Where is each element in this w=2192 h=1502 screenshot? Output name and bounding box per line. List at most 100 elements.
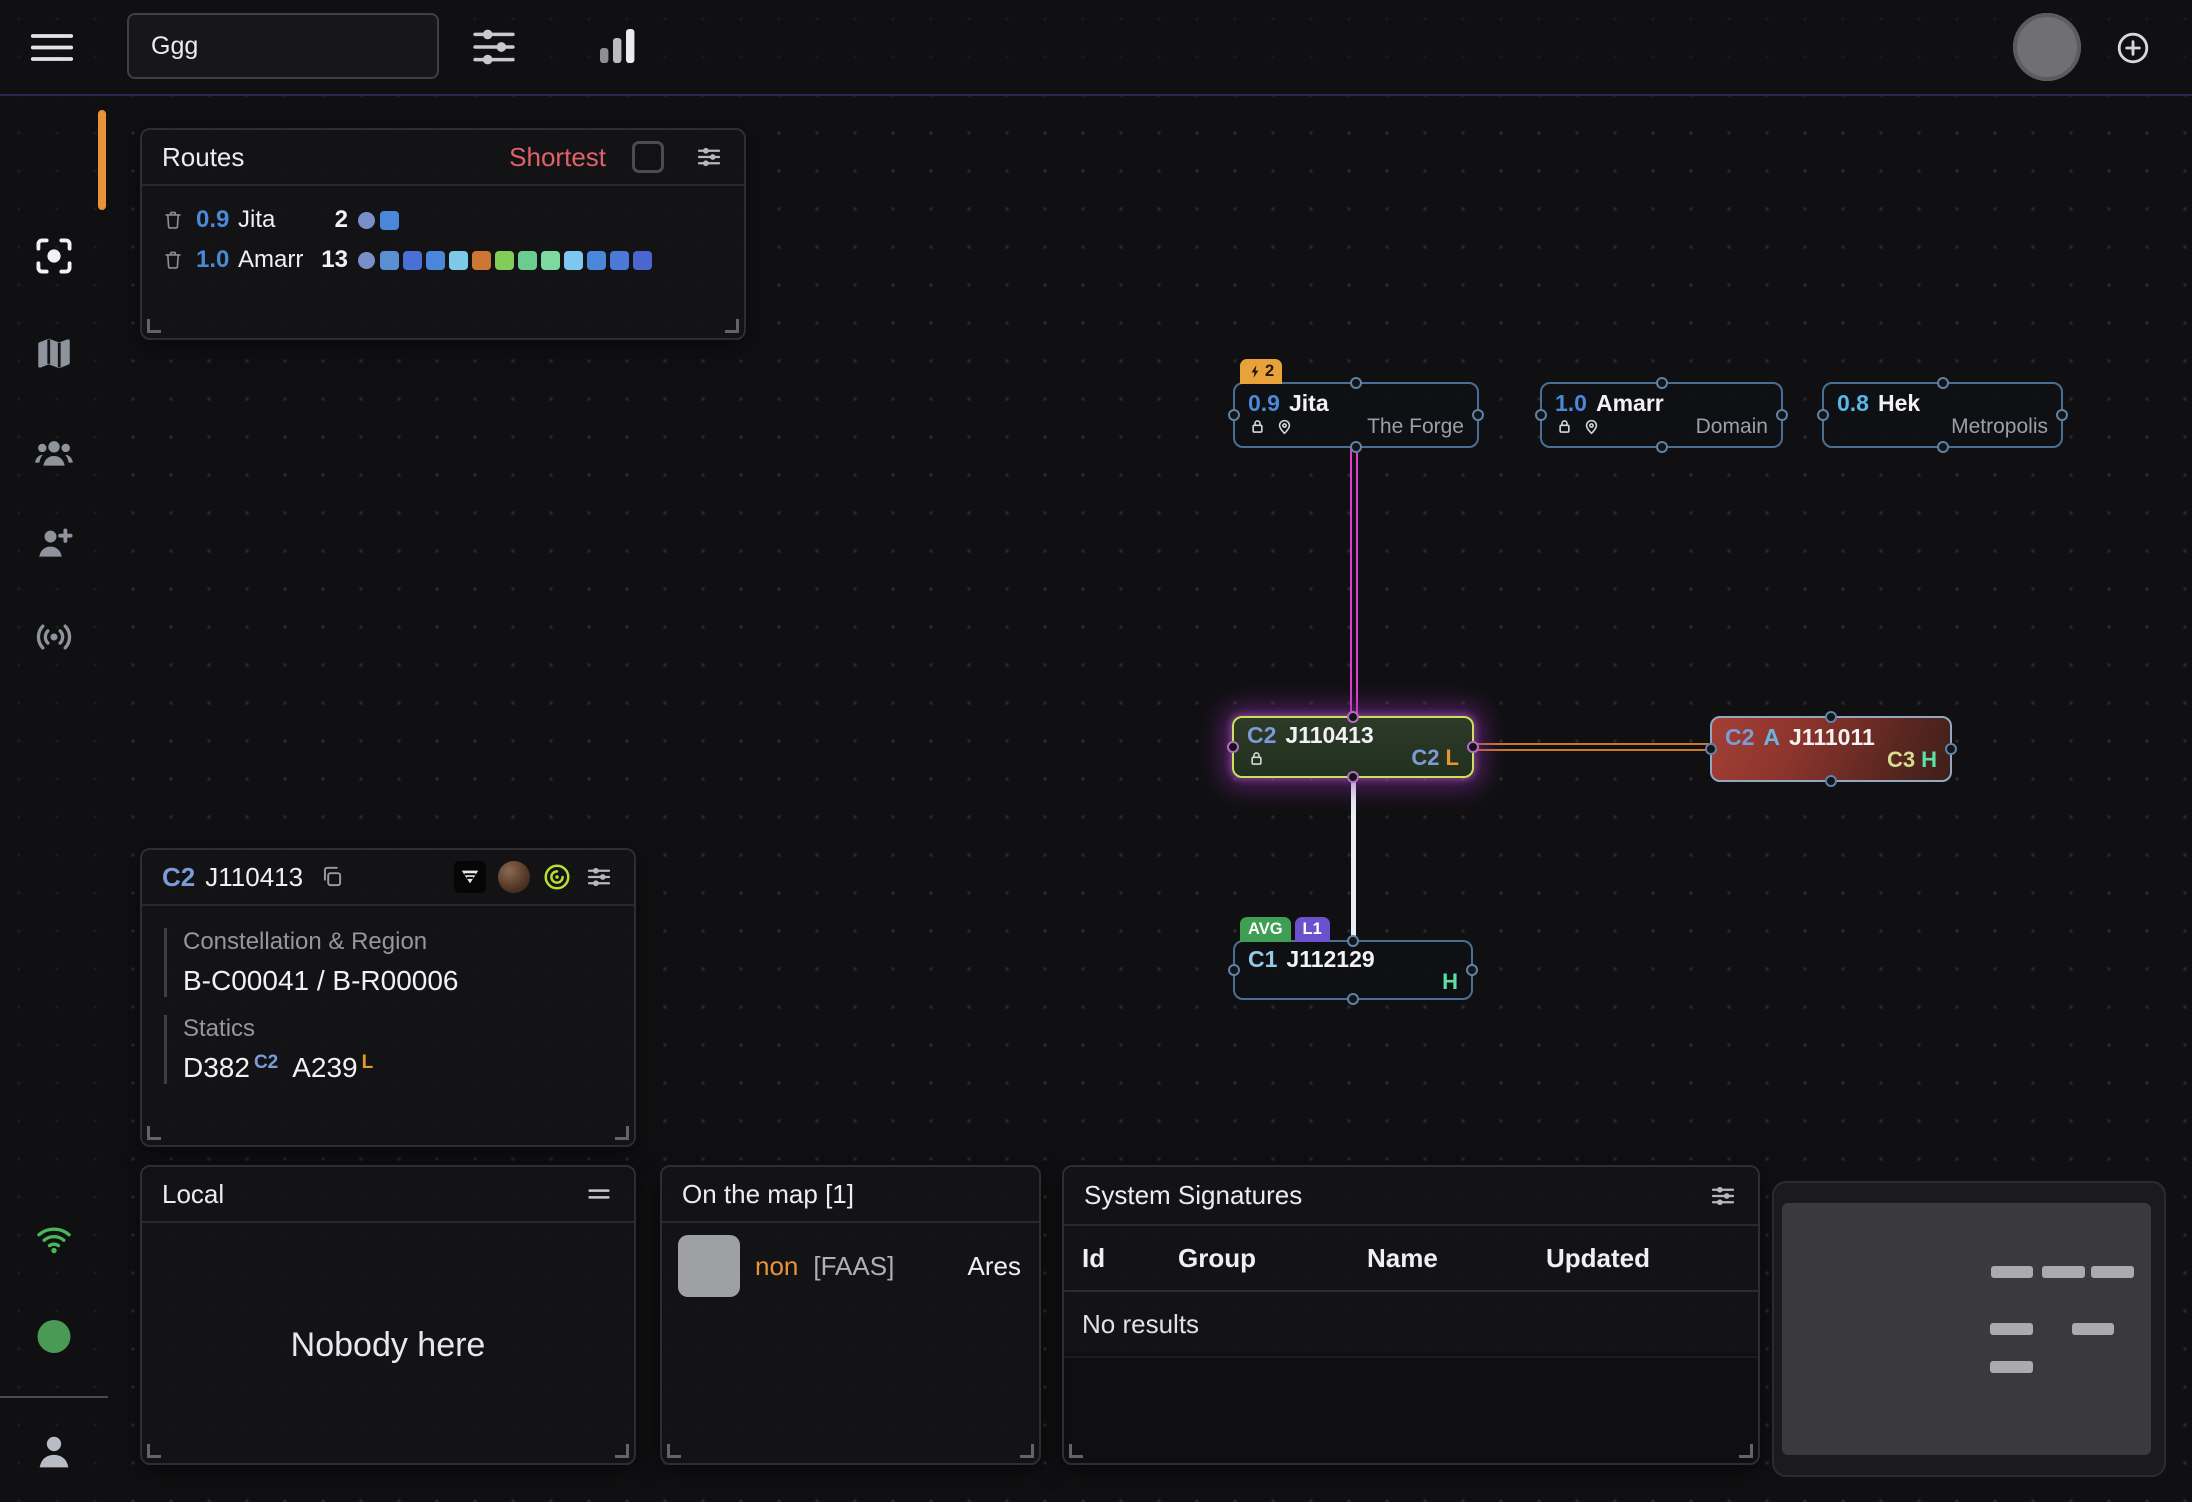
signatures-empty-area: [1064, 1353, 1758, 1463]
system-node-hek[interactable]: 0.8 Hek Metropolis: [1822, 382, 2063, 448]
node-handle-top[interactable]: [1347, 935, 1359, 947]
resize-handle[interactable]: [725, 319, 739, 333]
sidebar-item-characters[interactable]: [32, 430, 76, 474]
resize-handle[interactable]: [615, 1126, 629, 1140]
l1-badge-label: L1: [1303, 920, 1322, 939]
static-code: A239: [292, 1052, 357, 1083]
pin-icon: [1275, 417, 1294, 436]
map-icon: [33, 332, 75, 374]
region-name: Domain: [1696, 416, 1768, 437]
zkillboard-icon[interactable]: [542, 862, 572, 892]
active-item-indicator: [98, 110, 106, 210]
system-signatures-panel: System Signatures Id Group Name Updated …: [1062, 1165, 1760, 1465]
sidebar-item-add-character[interactable]: [33, 522, 75, 564]
route-row[interactable]: 1.0 Amarr 13: [162, 240, 744, 280]
routes-settings-icon[interactable]: [694, 142, 724, 172]
node-handle-left[interactable]: [1535, 409, 1547, 421]
resize-handle[interactable]: [667, 1444, 681, 1458]
node-handle-bottom[interactable]: [1937, 441, 1949, 453]
column-name[interactable]: Name: [1367, 1243, 1546, 1274]
map-select[interactable]: Ggg: [127, 13, 439, 79]
node-handle-right[interactable]: [1467, 741, 1479, 753]
security-status: 0.8: [1837, 392, 1869, 415]
node-handle-bottom[interactable]: [1347, 993, 1359, 1005]
column-id[interactable]: Id: [1082, 1243, 1178, 1274]
routes-list: 0.9 Jita 2 1.0 Amarr 13: [142, 186, 744, 280]
static-sec-sup: L: [362, 1052, 374, 1073]
system-node-j112129[interactable]: AVG L1 C1 J112129 H: [1233, 940, 1473, 1000]
node-handle-right[interactable]: [1776, 409, 1788, 421]
delete-route-icon[interactable]: [162, 249, 184, 271]
lock-icon: [1248, 417, 1267, 436]
sidebar-item-map[interactable]: [33, 332, 75, 374]
menu-icon[interactable]: [29, 32, 75, 63]
system-node-j111011[interactable]: C2 A J111011 C3 H: [1710, 716, 1952, 782]
static-class: C3: [1887, 749, 1915, 771]
on-the-map-title: On the map [1]: [682, 1179, 854, 1210]
system-name: Jita: [1289, 392, 1329, 415]
routes-title: Routes: [162, 142, 244, 173]
node-handle-left[interactable]: [1228, 964, 1240, 976]
resize-handle[interactable]: [147, 1126, 161, 1140]
system-node-jita[interactable]: 2 0.9 Jita The Forge: [1233, 382, 1479, 448]
route-row[interactable]: 0.9 Jita 2: [162, 200, 744, 240]
node-handle-left[interactable]: [1228, 409, 1240, 421]
resize-handle[interactable]: [1069, 1444, 1083, 1458]
node-handle-right[interactable]: [1472, 409, 1484, 421]
resize-handle[interactable]: [1739, 1444, 1753, 1458]
delete-route-icon[interactable]: [162, 209, 184, 231]
local-menu-icon[interactable]: [584, 1179, 614, 1209]
system-node-amarr[interactable]: 1.0 Amarr Domain: [1540, 382, 1783, 448]
node-handle-left[interactable]: [1817, 409, 1829, 421]
connection-jita-c2[interactable]: [1350, 448, 1358, 716]
node-handle-top[interactable]: [1656, 377, 1668, 389]
node-handle-bottom[interactable]: [1350, 441, 1362, 453]
connection-c2-c1[interactable]: [1351, 778, 1356, 940]
route-destination: Amarr: [238, 246, 308, 274]
route-segment: [610, 251, 629, 270]
sidebar-item-broadcast[interactable]: [33, 616, 75, 658]
pilot-row[interactable]: non [FAAS] Ares: [678, 1235, 1021, 1297]
resize-handle[interactable]: [147, 1444, 161, 1458]
node-handle-left[interactable]: [1227, 741, 1239, 753]
map-filters-icon[interactable]: [468, 26, 520, 68]
connection-c2-c2a[interactable]: [1474, 743, 1710, 751]
resize-handle[interactable]: [1020, 1444, 1034, 1458]
node-handle-top[interactable]: [1937, 377, 1949, 389]
node-handle-top[interactable]: [1350, 377, 1362, 389]
node-handle-top[interactable]: [1347, 711, 1359, 723]
copy-icon[interactable]: [319, 864, 345, 890]
node-handle-bottom[interactable]: [1347, 771, 1359, 783]
activity-chart-icon[interactable]: [592, 22, 642, 70]
node-handle-right[interactable]: [1466, 964, 1478, 976]
add-icon[interactable]: [2115, 30, 2151, 66]
resize-handle[interactable]: [147, 319, 161, 333]
sidebar-item-tracking[interactable]: [32, 234, 76, 278]
system-node-j110413[interactable]: C2 J110413 C2 L: [1232, 716, 1474, 778]
node-handle-right[interactable]: [2056, 409, 2068, 421]
system-settings-icon[interactable]: [584, 862, 614, 892]
pilot-name: non: [755, 1251, 798, 1282]
shortest-label: Shortest: [509, 142, 606, 173]
signatures-settings-icon[interactable]: [1708, 1181, 1738, 1211]
focus-icon: [32, 234, 76, 278]
static-leads-to: H: [1921, 749, 1937, 771]
column-group[interactable]: Group: [1178, 1243, 1367, 1274]
column-updated[interactable]: Updated: [1546, 1243, 1758, 1274]
node-handle-right[interactable]: [1945, 743, 1957, 755]
node-handle-bottom[interactable]: [1656, 441, 1668, 453]
skeleton-bar: [2072, 1323, 2114, 1335]
user-avatar[interactable]: [2013, 13, 2081, 81]
on-the-map-panel: On the map [1] non [FAAS] Ares: [660, 1165, 1041, 1465]
node-handle-left[interactable]: [1705, 743, 1717, 755]
node-handle-bottom[interactable]: [1825, 775, 1837, 787]
sidebar-item-profile[interactable]: [32, 1430, 76, 1474]
kills-count: 2: [1265, 362, 1274, 381]
statics-section: Statics D382C2A239L: [164, 1015, 634, 1084]
shortest-checkbox[interactable]: [632, 141, 664, 173]
node-handle-top[interactable]: [1825, 711, 1837, 723]
route-segment: [472, 251, 491, 270]
security-status: 0.9: [1248, 392, 1280, 415]
resize-handle[interactable]: [615, 1444, 629, 1458]
lightning-icon: [1248, 364, 1263, 379]
